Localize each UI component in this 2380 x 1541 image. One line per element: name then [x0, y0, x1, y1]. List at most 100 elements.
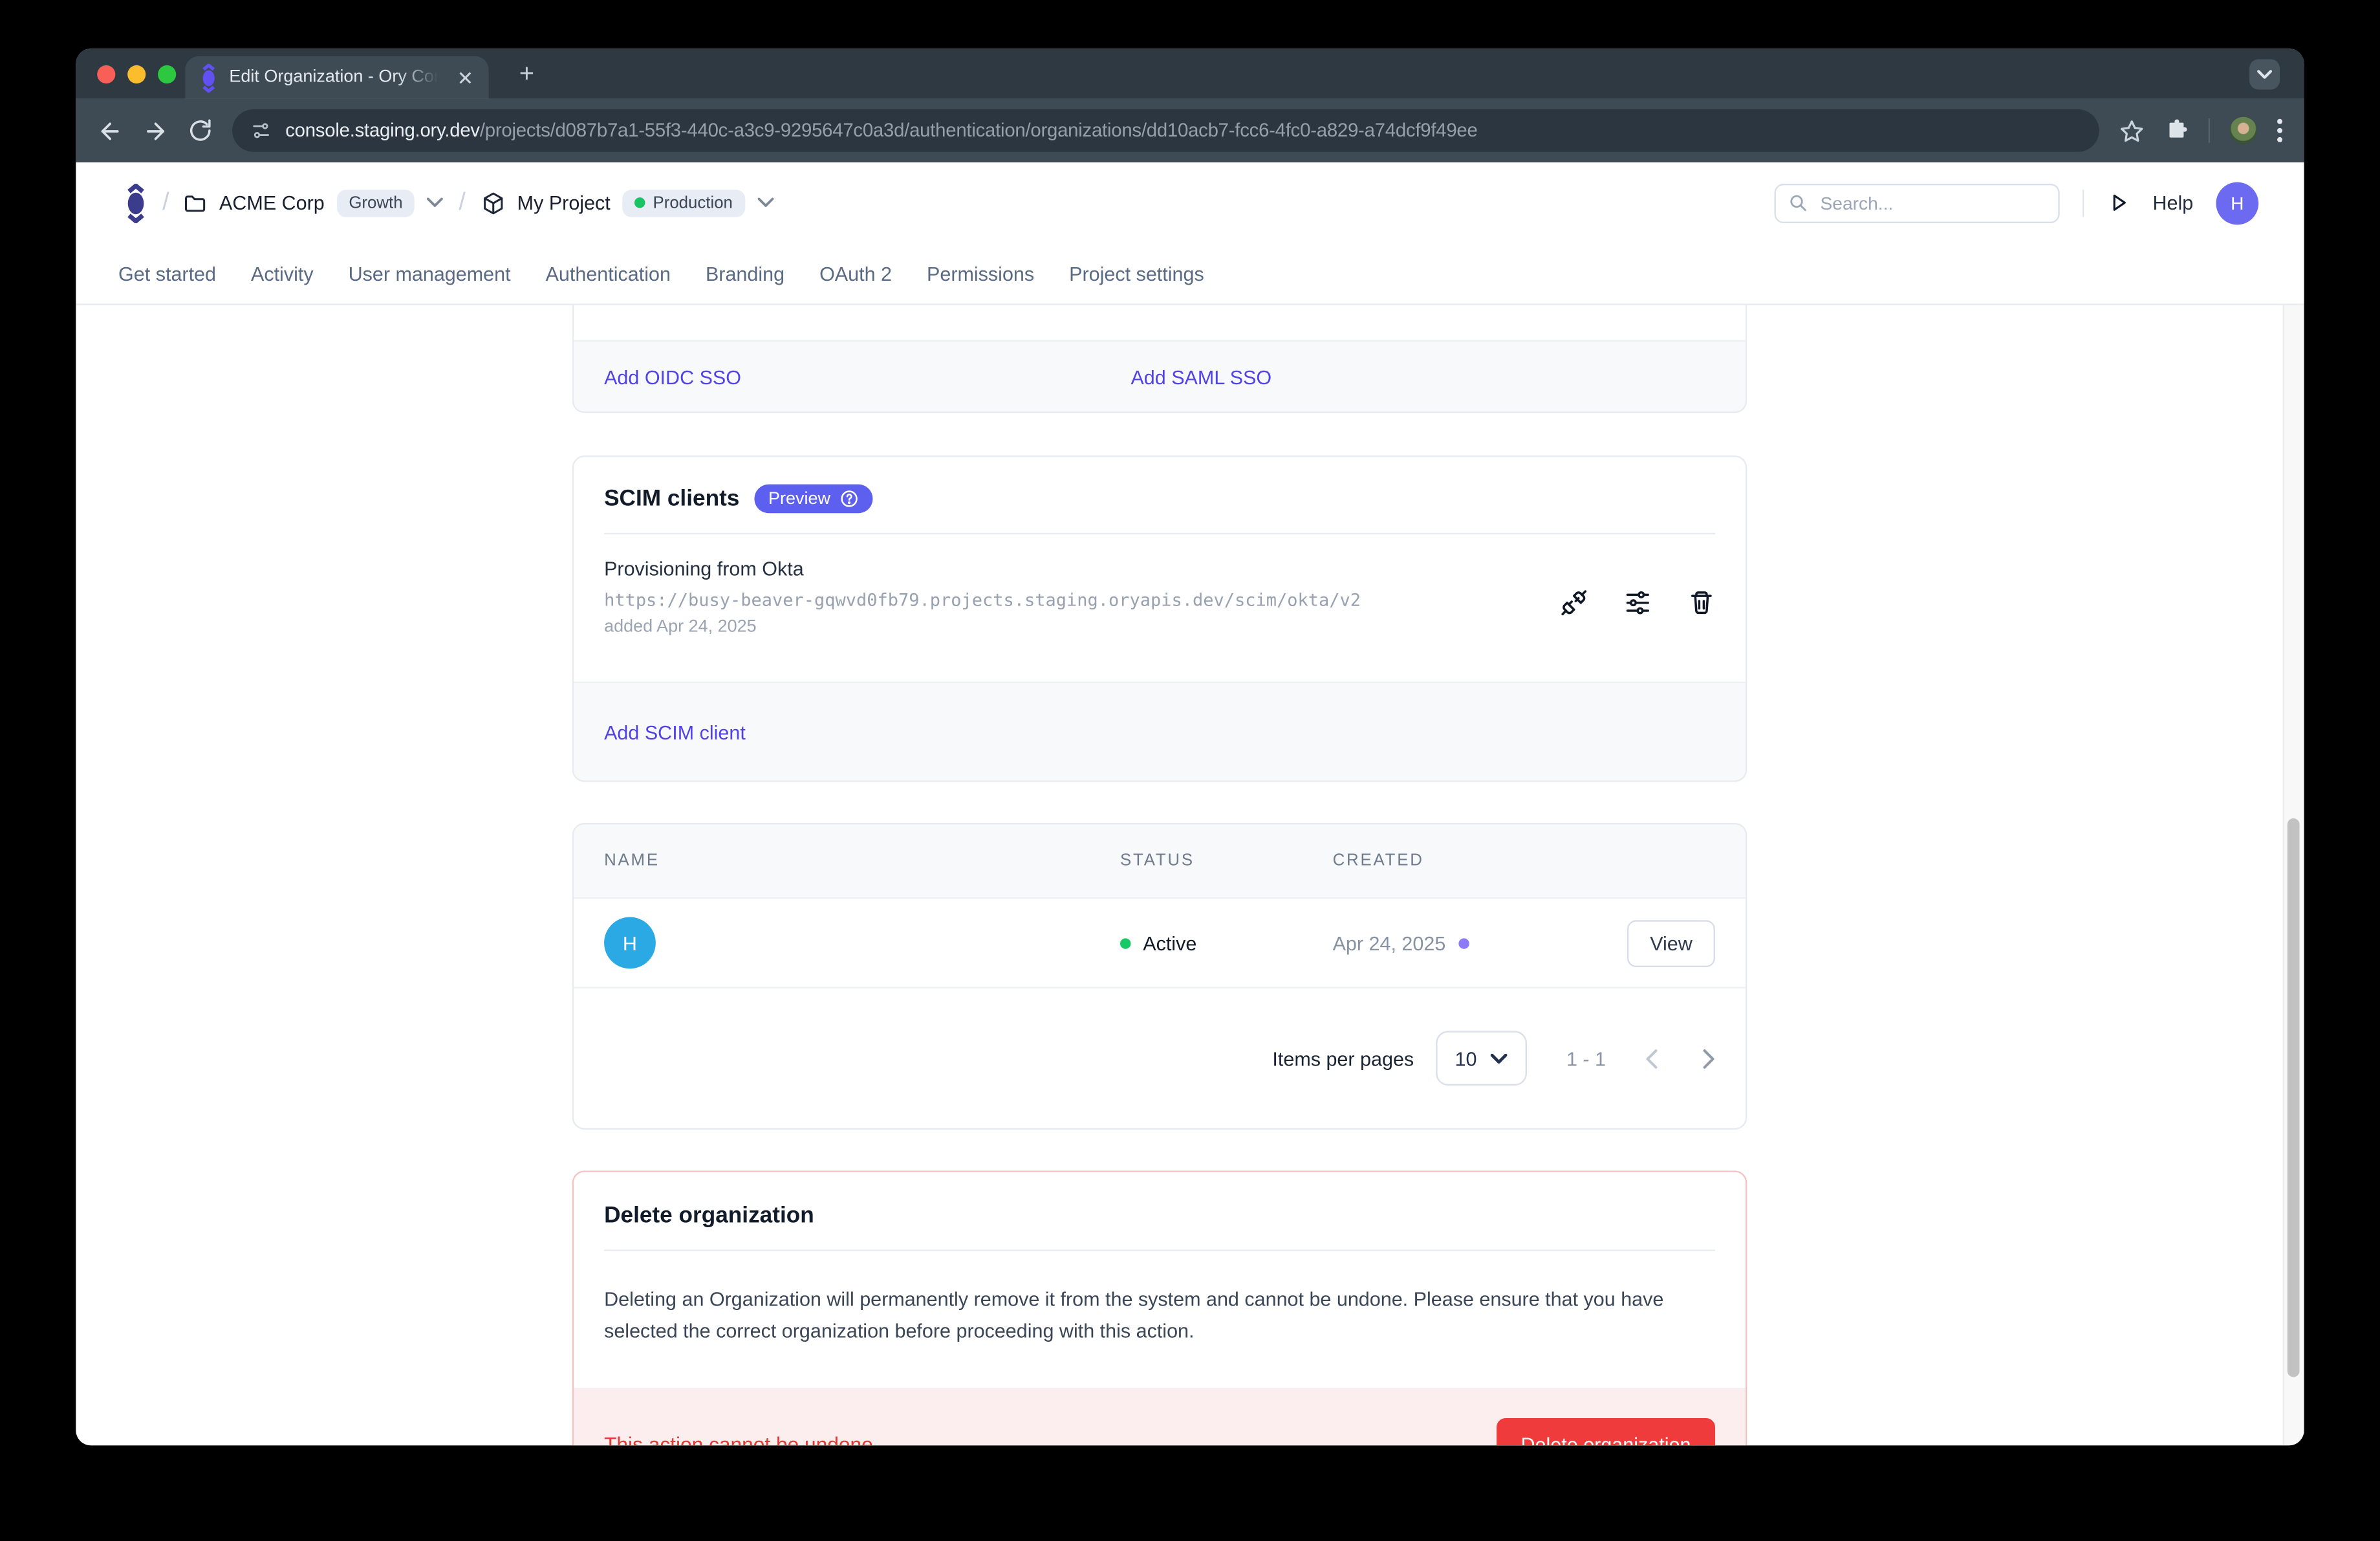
nav-activity[interactable]: Activity [251, 262, 314, 285]
browser-profile-avatar[interactable] [2230, 117, 2257, 144]
page-range: 1 - 1 [1566, 1047, 1606, 1069]
configure-sliders-icon[interactable] [1624, 569, 1651, 636]
delete-organization-footer: This action cannot be undone. Delete org… [574, 1387, 1746, 1445]
next-page-icon[interactable] [1703, 1049, 1715, 1069]
address-bar[interactable]: console.staging.ory.dev/projects/d087b7a… [232, 109, 2099, 152]
row-avatar: H [604, 917, 656, 969]
search-box[interactable] [1775, 183, 2060, 223]
items-per-page-label: Items per pages [1272, 1047, 1414, 1069]
page-size-select[interactable]: 10 [1435, 1031, 1527, 1086]
browser-window: Edit Organization - Ory Conso ✕ + [76, 49, 2304, 1445]
column-status: STATUS [1120, 852, 1333, 870]
column-name: NAME [604, 852, 1120, 870]
add-saml-sso-link[interactable]: Add SAML SSO [1130, 365, 1271, 388]
status-dot [1120, 937, 1130, 948]
breadcrumb-separator: / [459, 189, 465, 216]
project-selector[interactable]: My Project Production [481, 189, 774, 216]
new-tab-button[interactable]: + [510, 58, 544, 91]
page-scrollbar[interactable] [2283, 305, 2304, 1446]
chevron-down-icon [757, 197, 774, 208]
pagination: Items per pages 10 1 - 1 [574, 989, 1746, 1128]
nav-permissions[interactable]: Permissions [927, 262, 1034, 285]
scim-clients-card: SCIM clients Preview Provisioning from O… [572, 455, 1747, 782]
project-nav: Get started Activity User management Aut… [76, 243, 2304, 305]
delete-organization-button[interactable]: Delete organization [1497, 1417, 1715, 1445]
delete-organization-description: Deleting an Organization will permanentl… [574, 1251, 1746, 1387]
app-header: / ACME Corp Growth / [76, 162, 2304, 243]
view-button[interactable]: View [1627, 919, 1715, 967]
header-right-tools: Help H [1775, 181, 2258, 224]
nav-project-settings[interactable]: Project settings [1069, 262, 1204, 285]
scim-client-url: https://busy-beaver-gqwvd0fb79.projects.… [604, 589, 1361, 611]
close-window-button[interactable] [97, 65, 115, 83]
table-header: NAME STATUS CREATED [574, 824, 1746, 899]
scim-card-footer: Add SCIM client [574, 683, 1746, 780]
workspace-selector[interactable]: ACME Corp Growth [184, 189, 444, 216]
screen: Edit Organization - Ory Conso ✕ + [0, 0, 2380, 1541]
toolbar-divider [2209, 118, 2210, 143]
folder-icon [184, 192, 207, 213]
search-input[interactable] [1817, 191, 2046, 215]
sso-card: Add OIDC SSO Add SAML SSO [572, 305, 1747, 413]
preview-badge[interactable]: Preview [755, 485, 873, 514]
help-link[interactable]: Help [2152, 191, 2193, 214]
page-content: Add OIDC SSO Add SAML SSO SCIM clients P… [76, 305, 2304, 1446]
tab-close-icon[interactable]: ✕ [457, 67, 474, 87]
tab-search-button[interactable] [2249, 60, 2280, 90]
created-dot [1459, 937, 1469, 948]
play-icon[interactable] [2107, 191, 2130, 214]
tab-strip: Edit Organization - Ory Conso ✕ + [76, 49, 2304, 98]
column-created: CREATED [1333, 852, 1715, 870]
nav-user-management[interactable]: User management [349, 262, 511, 285]
delete-organization-card: Delete organization Deleting an Organiza… [572, 1170, 1747, 1445]
add-oidc-sso-link[interactable]: Add OIDC SSO [604, 365, 1130, 388]
cannot-undo-warning: This action cannot be undone. [604, 1433, 879, 1446]
minimize-window-button[interactable] [127, 65, 146, 83]
forward-button[interactable] [143, 118, 169, 144]
status-label: Active [1143, 932, 1196, 954]
production-dot [634, 197, 645, 208]
delete-organization-title: Delete organization [604, 1203, 1715, 1229]
browser-toolbar: console.staging.ory.dev/projects/d087b7a… [76, 99, 2304, 163]
breadcrumb: / ACME Corp Growth / [124, 183, 774, 223]
back-button[interactable] [97, 118, 123, 144]
user-avatar[interactable]: H [2216, 181, 2258, 224]
site-info-icon[interactable] [250, 120, 272, 141]
scim-client-name: Provisioning from Okta [604, 557, 1361, 580]
delete-trash-icon[interactable] [1688, 569, 1715, 636]
previous-page-icon[interactable] [1645, 1049, 1658, 1069]
scim-client-added: added Apr 24, 2025 [604, 618, 1361, 636]
scim-client-row: Provisioning from Okta https://busy-beav… [574, 534, 1746, 683]
zoom-window-button[interactable] [158, 65, 176, 83]
browser-tab[interactable]: Edit Organization - Ory Conso ✕ [185, 56, 488, 99]
scim-clients-title: SCIM clients [604, 486, 739, 512]
sso-card-body [574, 305, 1746, 342]
nav-oauth2[interactable]: OAuth 2 [819, 262, 892, 285]
url-domain: console.staging.ory.dev [285, 120, 480, 141]
extensions-puzzle-icon[interactable] [2165, 118, 2189, 143]
url-text: console.staging.ory.dev/projects/d087b7a… [285, 120, 1477, 141]
macos-traffic-lights [97, 65, 176, 83]
organization-table-card: NAME STATUS CREATED H Active Apr 24, 202… [572, 823, 1747, 1130]
browser-menu-icon[interactable] [2277, 118, 2282, 143]
scrollbar-thumb[interactable] [2288, 818, 2300, 1377]
nav-get-started[interactable]: Get started [118, 262, 216, 285]
project-env-badge: Production [623, 189, 745, 216]
header-divider [2083, 189, 2084, 216]
breadcrumb-separator: / [162, 189, 169, 216]
search-icon [1788, 193, 1808, 213]
bookmark-star-icon[interactable] [2119, 118, 2145, 144]
project-env-label: Production [653, 193, 732, 212]
ory-logo[interactable] [124, 183, 147, 223]
nav-branding[interactable]: Branding [706, 262, 784, 285]
add-scim-client-link[interactable]: Add SCIM client [604, 721, 746, 743]
help-circle-icon [839, 489, 860, 509]
workspace-name: ACME Corp [219, 191, 325, 214]
reload-button[interactable] [188, 118, 213, 143]
package-icon [481, 191, 505, 215]
ory-favicon [200, 63, 217, 92]
table-row[interactable]: H Active Apr 24, 2025 View [574, 899, 1746, 988]
nav-authentication[interactable]: Authentication [546, 262, 671, 285]
chevron-down-icon [2257, 70, 2272, 79]
test-connection-plug-icon[interactable] [1561, 569, 1588, 636]
